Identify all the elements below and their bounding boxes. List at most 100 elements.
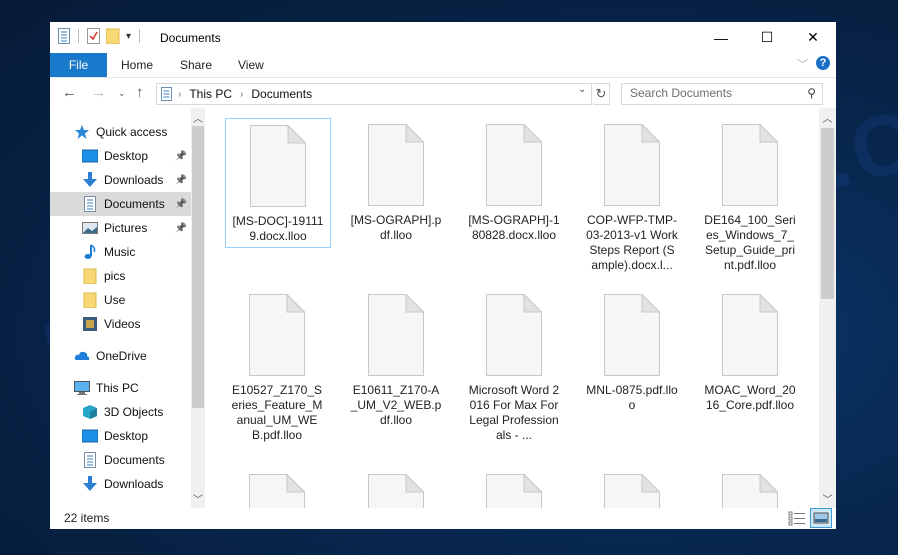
sidebar-item-pictures[interactable]: Pictures 📌 [50, 216, 191, 240]
file-item[interactable]: COP-WFP-TMP-03-2013-v1 Work Steps Report… [580, 118, 684, 273]
sidebar-item-documents[interactable]: Documents 📌 [50, 192, 191, 216]
folder-icon [82, 292, 98, 309]
sidebar-item-use[interactable]: Use [50, 288, 191, 312]
file-item[interactable]: DE164_100_Series_Windows_7_Setup_Guide_p… [698, 118, 802, 273]
navigation-bar: ← → ⌄ ↑ › This PC › Documents ⌄ ↻ ⚲ [50, 78, 836, 108]
document-file-icon [368, 473, 425, 508]
download-icon [82, 476, 98, 492]
sidebar-item-quick-access[interactable]: Quick access [50, 120, 191, 144]
sidebar-item-downloads[interactable]: Downloads [50, 472, 191, 496]
sidebar-item-this-pc[interactable]: This PC [50, 376, 191, 400]
sidebar-item-music[interactable]: Music [50, 240, 191, 264]
document-file-icon [604, 473, 661, 508]
properties-icon[interactable] [87, 28, 100, 44]
scroll-up-icon[interactable]: ︿ [191, 110, 205, 125]
navigation-pane: Quick access Desktop 📌 Downloads 📌 Documents 📌… [50, 108, 205, 508]
document-file-icon [486, 293, 543, 376]
large-icons-view-icon [813, 512, 829, 524]
sidebar-item-label: Pictures [104, 221, 148, 235]
search-input[interactable] [622, 84, 800, 102]
help-icon[interactable]: ? [816, 56, 830, 70]
file-item[interactable]: [MS-OGRAPH].pdf.lloo [344, 118, 448, 243]
documents-icon [82, 452, 98, 468]
sidebar-item-label: Downloads [104, 173, 164, 187]
desktop-icon [81, 148, 99, 164]
up-button[interactable]: ↑ [136, 84, 144, 101]
file-list-scrollbar[interactable]: ︿ ﹀ [819, 108, 836, 508]
address-bar[interactable]: › This PC › Documents [156, 83, 592, 105]
file-name: MOAC_Word_2016_Core.pdf.lloo [704, 383, 796, 412]
scroll-down-icon[interactable]: ﹀ [191, 491, 205, 506]
file-name: [MS-OGRAPH]-180828.docx.lloo [468, 213, 560, 242]
document-file-icon [722, 473, 779, 508]
tab-view[interactable]: View [238, 53, 264, 77]
file-item[interactable] [225, 468, 329, 508]
file-name: [MS-DOC]-191119.docx.lloo [232, 214, 324, 243]
file-item[interactable]: E10611_Z170-A_UM_V2_WEB.pdf.lloo [344, 288, 448, 428]
file-item[interactable] [580, 468, 684, 508]
document-file-icon [722, 293, 779, 376]
document-file-icon [486, 123, 543, 206]
file-name: COP-WFP-TMP-03-2013-v1 Work Steps Report… [586, 213, 678, 272]
breadcrumb-documents[interactable]: Documents [251, 87, 312, 101]
sidebar-item-downloads[interactable]: Downloads 📌 [50, 168, 191, 192]
file-explorer-window: ▾ Documents — ☐ ✕ File Home Share View ﹀… [50, 22, 836, 529]
details-view-icon[interactable] [788, 510, 806, 526]
close-button[interactable]: ✕ [790, 22, 836, 53]
sidebar-item-desktop[interactable]: Desktop 📌 [50, 144, 191, 168]
file-item[interactable]: [MS-OGRAPH]-180828.docx.lloo [462, 118, 566, 243]
forward-button[interactable]: → [91, 84, 106, 101]
sidebar-item-onedrive[interactable]: OneDrive [50, 344, 191, 368]
file-item[interactable]: MOAC_Word_2016_Core.pdf.lloo [698, 288, 802, 413]
scroll-down-icon[interactable]: ﹀ [819, 491, 836, 506]
sidebar-item-label: Use [104, 293, 126, 307]
sidebar-item-3d-objects[interactable]: 3D Objects [50, 400, 191, 424]
item-count: 22 items [64, 511, 110, 525]
file-item[interactable] [344, 468, 448, 508]
breadcrumb-this-pc[interactable]: This PC [189, 87, 232, 101]
pin-icon: 📌 [174, 222, 187, 234]
sidebar-item-label: Music [104, 245, 136, 259]
scrollbar-thumb[interactable] [192, 126, 204, 408]
tab-file[interactable]: File [50, 53, 107, 77]
maximize-button[interactable]: ☐ [744, 22, 790, 53]
file-item[interactable] [462, 468, 566, 508]
chevron-right-icon: › [178, 88, 182, 100]
navigation-pane-scrollbar[interactable]: ︿ ﹀ [191, 108, 205, 508]
title-bar: ▾ Documents — ☐ ✕ [50, 22, 836, 53]
documents-icon[interactable] [58, 28, 70, 44]
file-item[interactable] [698, 468, 802, 508]
address-dropdown-icon[interactable]: ⌄ [578, 84, 592, 104]
pin-icon: 📌 [174, 198, 187, 210]
tab-home[interactable]: Home [121, 53, 153, 77]
search-icon[interactable]: ⚲ [807, 86, 816, 100]
large-icons-view-button[interactable] [810, 508, 832, 528]
file-name: DE164_100_Series_Windows_7_Setup_Guide_p… [704, 213, 796, 272]
minimize-button[interactable]: — [698, 22, 744, 53]
sidebar-item-label: Documents [104, 453, 165, 467]
pictures-icon [82, 220, 98, 236]
scrollbar-thumb[interactable] [821, 128, 834, 299]
sidebar-item-label: Videos [104, 317, 141, 331]
recent-locations-button[interactable]: ⌄ [118, 88, 126, 99]
sidebar-item-pics[interactable]: pics [50, 264, 191, 288]
sidebar-item-documents[interactable]: Documents [50, 448, 191, 472]
file-item[interactable]: Microsoft Word 2016 For Max For Legal Pr… [462, 288, 566, 443]
file-item[interactable]: [MS-DOC]-191119.docx.lloo [225, 118, 331, 248]
sidebar-item-desktop[interactable]: Desktop [50, 424, 191, 448]
file-name: E10527_Z170_Series_Feature_Manual_UM_WEB… [231, 383, 323, 442]
tab-share[interactable]: Share [180, 53, 212, 77]
file-item[interactable]: E10527_Z170_Series_Feature_Manual_UM_WEB… [225, 288, 329, 443]
documents-icon [161, 87, 172, 101]
sidebar-item-videos[interactable]: Videos [50, 312, 191, 336]
file-item[interactable]: MNL-0875.pdf.lloo [580, 288, 684, 413]
expand-ribbon-icon[interactable]: ﹀ [797, 56, 808, 72]
customize-qat-icon[interactable]: ▾ [126, 31, 131, 42]
scroll-up-icon[interactable]: ︿ [819, 110, 836, 125]
back-button[interactable]: ← [62, 84, 77, 101]
refresh-button[interactable]: ↻ [593, 83, 610, 105]
search-box: ⚲ [621, 83, 823, 105]
pin-icon: 📌 [174, 174, 187, 186]
document-file-icon [368, 293, 425, 376]
new-folder-icon[interactable] [106, 28, 120, 44]
